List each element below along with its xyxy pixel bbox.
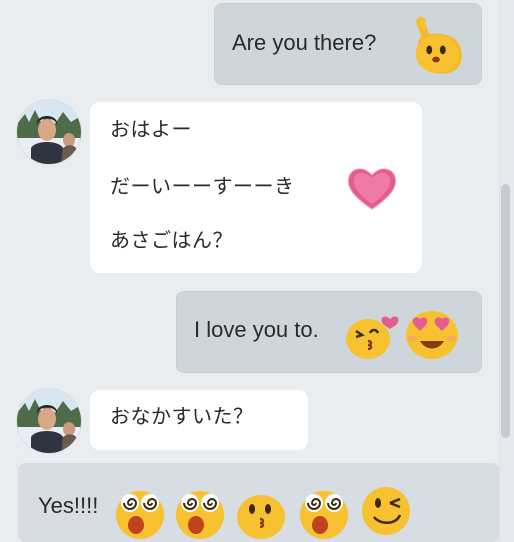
message-outgoing-3: Yes!!!!	[18, 463, 500, 542]
avatar[interactable]	[17, 389, 81, 453]
dizzy-face-icon	[294, 483, 354, 541]
chat-window: Are you there? おはよー だーいーーすーーき あさごはん？ I l…	[0, 0, 514, 542]
message-incoming-1: おはよー だーいーーすーーき あさごはん？	[90, 102, 422, 273]
heart-eyes-face-icon	[402, 301, 462, 363]
kissing-face-icon	[342, 305, 402, 361]
kissing-face-icon	[232, 485, 290, 541]
message-text: I love you to.	[194, 317, 319, 342]
message-text-line-1: おはよー	[110, 117, 192, 141]
message-text-line-3: あさごはん？	[110, 228, 233, 252]
winking-face-icon	[356, 479, 416, 539]
message-text-line-2: だーいーーすーーき	[110, 174, 295, 198]
dizzy-face-icon	[170, 483, 230, 541]
message-incoming-2: おなかすいた？	[90, 390, 308, 450]
message-text: おなかすいた？	[110, 404, 254, 428]
dizzy-face-icon	[110, 483, 170, 541]
waving-hand-face-icon	[408, 13, 466, 79]
message-outgoing-1: Are you there?	[214, 3, 482, 85]
scrollbar-thumb[interactable]	[501, 184, 510, 438]
message-outgoing-2: I love you to.	[176, 291, 482, 373]
message-text: Are you there?	[232, 30, 377, 55]
heart-icon	[344, 164, 400, 214]
message-text: Yes!!!!	[38, 493, 99, 518]
avatar[interactable]	[17, 100, 81, 164]
